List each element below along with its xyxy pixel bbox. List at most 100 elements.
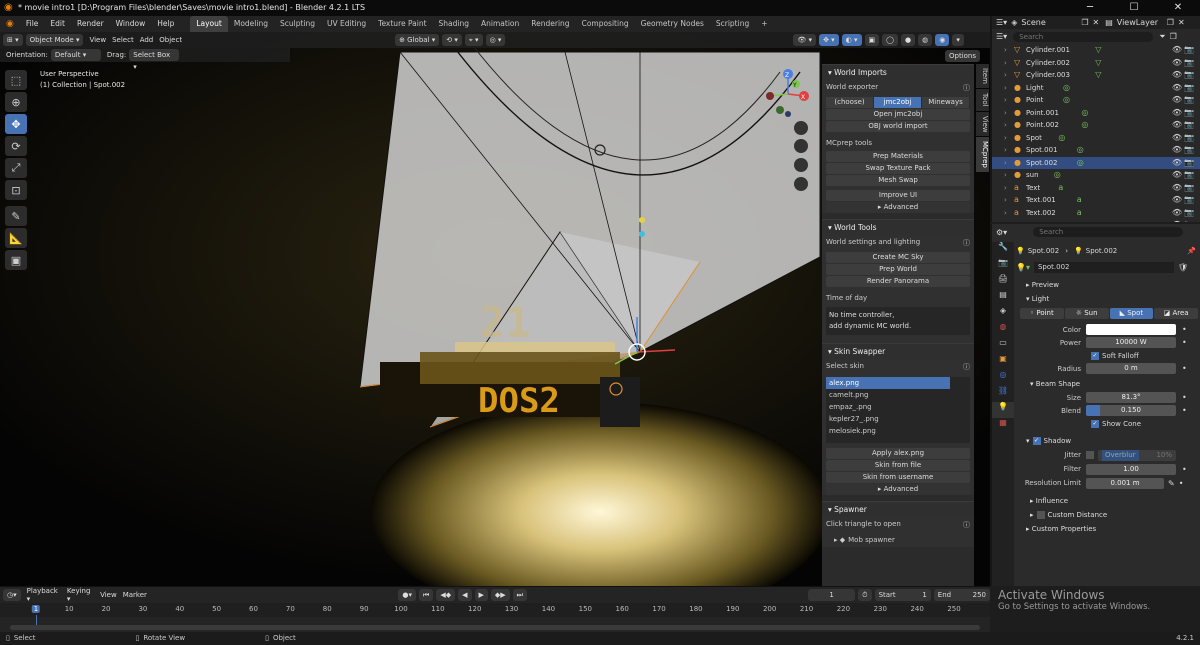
pin-icon[interactable]: 📌 — [1187, 247, 1196, 255]
skin-from-file-button[interactable]: Skin from file — [826, 460, 970, 471]
light-data-icon[interactable]: ◎ — [1081, 119, 1088, 132]
visibility-eye-icon[interactable]: 👁 — [1172, 194, 1182, 207]
custom-distance-section[interactable]: ▸ Custom Distance — [1016, 508, 1200, 522]
power-field[interactable]: 10000 W — [1086, 337, 1176, 348]
expand-arrow-icon[interactable]: › — [1004, 182, 1007, 195]
texture-props-icon[interactable]: ▦ — [992, 418, 1014, 434]
render-panorama-button[interactable]: Render Panorama — [826, 276, 970, 287]
obj-world-import-button[interactable]: OBJ world import — [826, 121, 970, 132]
render-camera-icon[interactable]: 📷 — [1184, 132, 1194, 145]
overlay-toggle-icon[interactable]: ◐ ▾ — [841, 34, 862, 46]
keyframe-dot-icon[interactable]: • — [1182, 406, 1187, 415]
outliner-item[interactable]: › ● Light ◎ 👁 📷 — [992, 82, 1200, 95]
skin-item[interactable]: alex.png — [826, 377, 950, 389]
outliner-item[interactable]: › ▽ Cylinder.001 ▽ 👁 📷 — [992, 44, 1200, 57]
viewport-menu-object[interactable]: Object — [159, 36, 182, 44]
timeline-editor-icon[interactable]: ◷▾ — [3, 589, 21, 601]
help-icon[interactable]: ⓘ — [963, 83, 970, 93]
transform-icon[interactable]: ⊡ — [5, 180, 27, 200]
outliner-editor-icon[interactable]: ☰▾ — [992, 18, 1011, 27]
preview-section[interactable]: ▸ Preview — [1016, 278, 1200, 292]
outliner-item[interactable]: › ● Spot.002 ◎ 👁 📷 — [992, 156, 1200, 170]
visibility-eye-icon[interactable]: 👁 — [1172, 57, 1182, 70]
light-type-sun[interactable]: ☼ Sun — [1064, 308, 1109, 319]
timeline-scrollbar[interactable] — [10, 625, 980, 630]
light-data-props-icon[interactable]: 💡 — [992, 402, 1014, 418]
tab-sculpting[interactable]: Sculpting — [274, 16, 321, 32]
tab-item[interactable]: Item — [976, 64, 989, 88]
visibility-icon[interactable]: 👁 ▾ — [793, 34, 817, 46]
tab-mcprep[interactable]: MCprep — [976, 137, 989, 173]
expand-arrow-icon[interactable]: › — [1004, 157, 1007, 170]
tab-view[interactable]: View — [976, 111, 989, 137]
remove-viewlayer-icon[interactable]: ✕ — [1178, 18, 1185, 27]
add-cube-icon[interactable]: ▣ — [5, 250, 27, 270]
eyedropper-icon[interactable]: ✎ — [1168, 479, 1175, 488]
advanced-toggle[interactable]: ▸ Advanced — [826, 202, 970, 213]
copy-viewlayer-icon[interactable]: ❐ — [1167, 18, 1174, 27]
open-jmc2obj-button[interactable]: Open jmc2obj — [826, 109, 970, 120]
outliner-item[interactable]: › ● sun ◎ 👁 📷 — [992, 169, 1200, 182]
text-data-icon[interactable]: a — [1077, 194, 1082, 207]
visibility-eye-icon[interactable]: 👁 — [1172, 157, 1182, 170]
viewport-menu-select[interactable]: Select — [112, 36, 134, 44]
constraints-props-icon[interactable]: ⛓ — [992, 386, 1014, 402]
light-type-area[interactable]: ◪ Area — [1154, 308, 1198, 319]
custom-distance-checkbox[interactable] — [1036, 511, 1045, 519]
help-icon[interactable]: ⓘ — [963, 362, 970, 372]
pivot-icon[interactable]: ⟲ ▾ — [442, 34, 462, 46]
prep-world-button[interactable]: Prep World — [826, 264, 970, 275]
light-data-icon[interactable]: ◎ — [1063, 94, 1070, 107]
world-props-icon[interactable]: ◍ — [992, 322, 1014, 338]
outliner-item[interactable]: › a Text.003 a 👁📷 — [992, 219, 1200, 222]
timeline-playback-menu[interactable]: Playback ▾ — [27, 587, 61, 603]
keyframe-dot-icon[interactable]: • — [1179, 479, 1184, 488]
rotate-icon[interactable]: ⟳ — [5, 136, 27, 156]
tab-shading[interactable]: Shading — [433, 16, 475, 32]
mesh-data-icon[interactable]: ▽ — [1095, 57, 1101, 70]
shading-solid-icon[interactable]: ● — [901, 34, 916, 46]
tab-tool[interactable]: Tool — [976, 88, 989, 111]
view-layer-props-icon[interactable]: ▤ — [992, 290, 1014, 306]
render-camera-icon[interactable]: 📷 — [1184, 194, 1194, 207]
next-key-icon[interactable]: ◆▶ — [490, 589, 510, 601]
options-button[interactable]: Options — [945, 50, 981, 62]
physics-props-icon[interactable]: ◎ — [992, 370, 1014, 386]
tab-geometry-nodes[interactable]: Geometry Nodes — [635, 16, 710, 32]
visibility-eye-icon[interactable]: 👁 — [1172, 144, 1182, 157]
outliner-item[interactable]: › ● Point.001 ◎ 👁 📷 — [992, 107, 1200, 120]
play-reverse-icon[interactable]: ◀ — [458, 589, 472, 601]
measure-icon[interactable]: 📐 — [5, 228, 27, 248]
tab-animation[interactable]: Animation — [475, 16, 525, 32]
tool-props-icon[interactable]: 🔧 — [992, 242, 1014, 258]
keyframe-dot-icon[interactable]: • — [1182, 325, 1187, 334]
tab-modeling[interactable]: Modeling — [228, 16, 274, 32]
light-data-icon[interactable]: ◎ — [1081, 107, 1088, 120]
filter-icon[interactable]: ⏷ — [1159, 32, 1165, 42]
improve-ui-button[interactable]: Improve UI — [826, 190, 970, 201]
expand-arrow-icon[interactable]: › — [1004, 119, 1007, 132]
jitter-checkbox[interactable] — [1086, 451, 1094, 459]
shadow-section[interactable]: ▾ ✓ Shadow — [1016, 434, 1200, 448]
render-camera-icon[interactable]: 📷 — [1184, 57, 1194, 70]
copy-scene-icon[interactable]: ❐ — [1081, 18, 1088, 27]
visibility-eye-icon[interactable]: 👁 — [1172, 119, 1182, 132]
expand-arrow-icon[interactable]: › — [1004, 94, 1007, 107]
visibility-eye-icon[interactable]: 👁 — [1172, 182, 1182, 195]
xray-icon[interactable]: ▣ — [864, 34, 880, 46]
exporter-mineways[interactable]: Mineways — [922, 97, 970, 108]
end-frame-field[interactable]: End 250 — [933, 589, 990, 601]
minimize-icon[interactable]: ─ — [1068, 0, 1112, 16]
radius-field[interactable]: 0 m — [1086, 363, 1176, 374]
expand-arrow-icon[interactable]: › — [1004, 144, 1007, 157]
transform-orientation-dropdown[interactable]: ⊕ Global ▾ — [395, 34, 440, 46]
expand-arrow-icon[interactable]: › — [1004, 132, 1007, 145]
prep-materials-button[interactable]: Prep Materials — [826, 151, 970, 162]
render-camera-icon[interactable]: 📷 — [1184, 157, 1194, 170]
expand-arrow-icon[interactable]: › — [1004, 207, 1007, 220]
visibility-eye-icon[interactable]: 👁 — [1172, 169, 1182, 182]
light-color-swatch[interactable] — [1086, 324, 1176, 335]
keyframe-dot-icon[interactable]: • — [1182, 338, 1187, 347]
visibility-eye-icon[interactable]: 👁 — [1172, 69, 1182, 82]
properties-editor-icon[interactable]: ⚙▾ — [996, 228, 1007, 237]
